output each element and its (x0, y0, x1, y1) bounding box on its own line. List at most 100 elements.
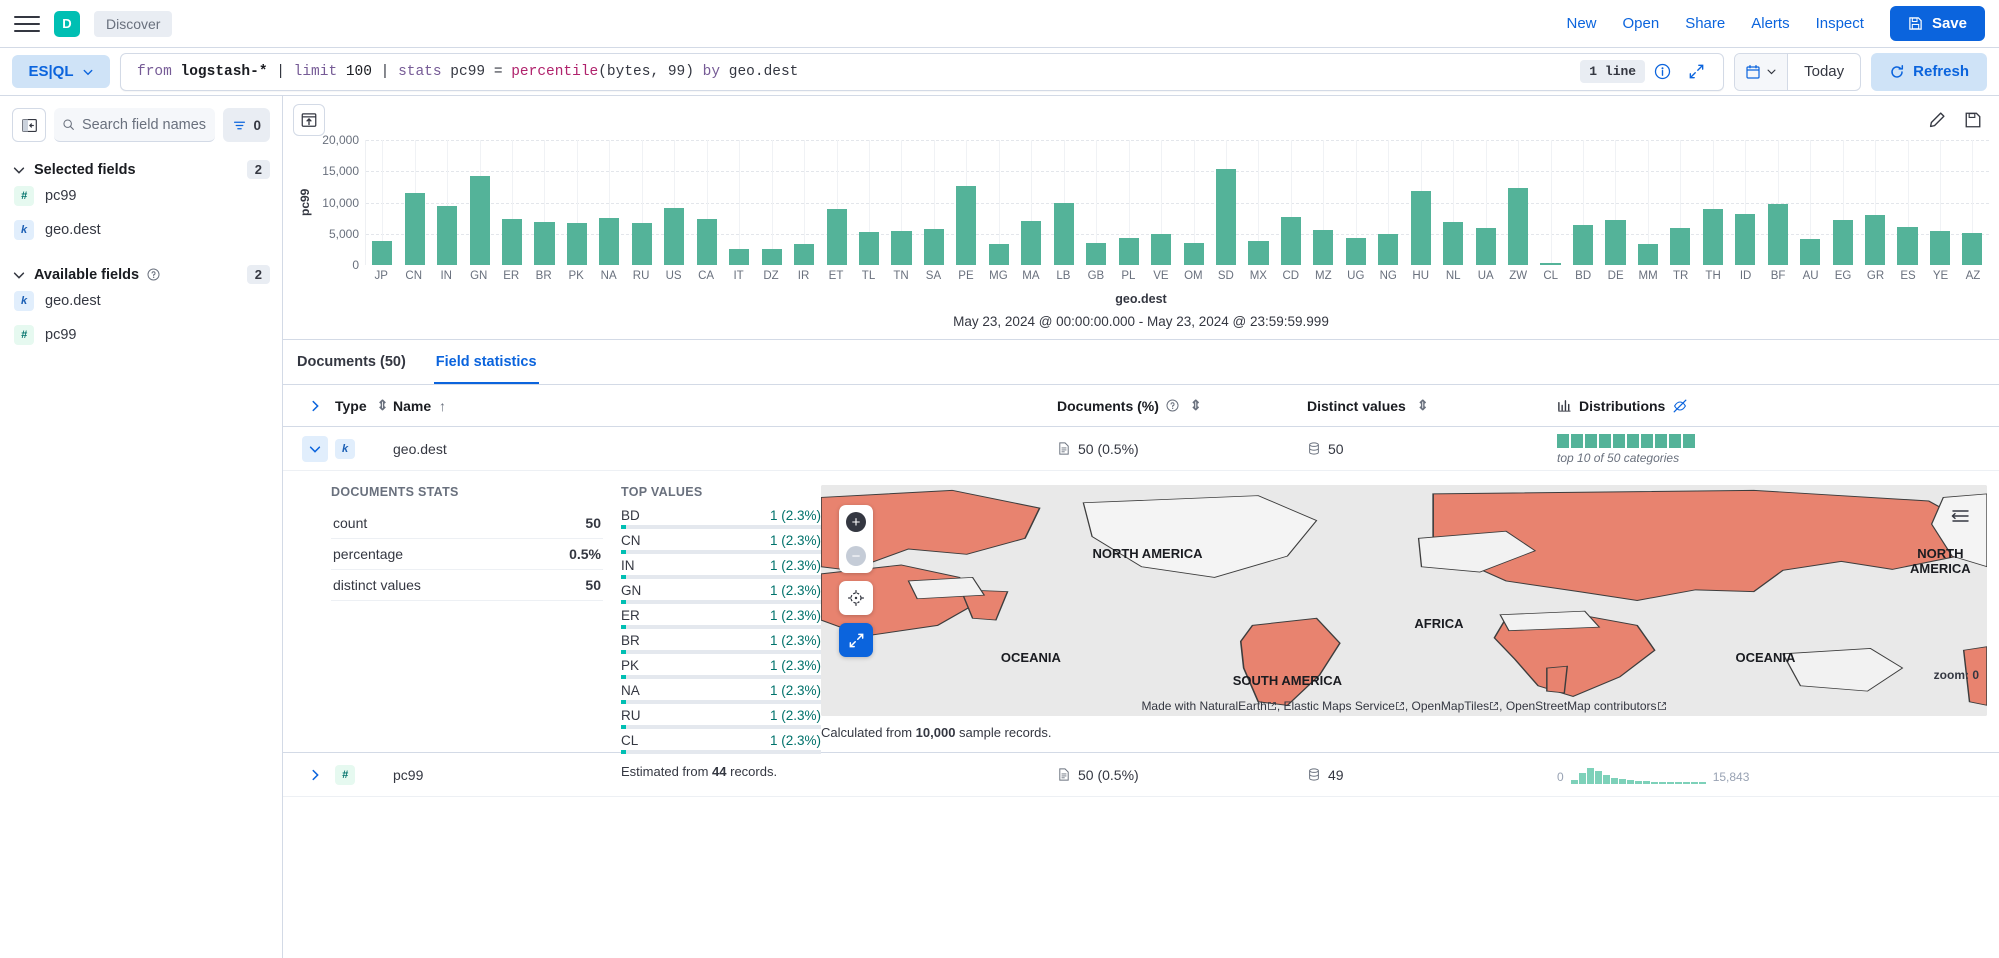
expand-all-button[interactable] (295, 399, 335, 413)
bar-slot[interactable] (918, 140, 950, 265)
bar[interactable] (1021, 221, 1041, 265)
top-value-row[interactable]: IN1 (2.3%) (621, 558, 821, 579)
table-row[interactable]: k geo.dest 50 (0.5%) (283, 427, 1999, 471)
top-value-row[interactable]: CL1 (2.3%) (621, 733, 821, 754)
expand-query-icon[interactable] (1679, 55, 1713, 89)
row-expand-toggle[interactable] (295, 762, 335, 788)
map-legend-toggle[interactable] (1949, 507, 1971, 530)
bar-slot[interactable] (950, 140, 982, 265)
bar[interactable] (599, 218, 619, 265)
bar-slot[interactable] (431, 140, 463, 265)
top-value-row[interactable]: BR1 (2.3%) (621, 633, 821, 654)
bar[interactable] (1443, 222, 1463, 265)
bar-slot[interactable] (1794, 140, 1826, 265)
bar[interactable] (697, 219, 717, 265)
bar[interactable] (891, 231, 911, 265)
bar[interactable] (502, 219, 522, 265)
attr-naturalearth[interactable]: Made with NaturalEarth (1141, 699, 1266, 713)
zoom-out-button[interactable]: − (839, 539, 873, 573)
bar-slot[interactable] (1372, 140, 1404, 265)
chart-plot-area[interactable] (365, 140, 1989, 265)
bar[interactable] (924, 229, 944, 265)
chevron-right-icon[interactable] (302, 762, 328, 788)
bar-slot[interactable] (1534, 140, 1566, 265)
bar-slot[interactable] (1859, 140, 1891, 265)
bar-slot[interactable] (528, 140, 560, 265)
fullscreen-map-button[interactable] (839, 623, 873, 657)
available-fields-header[interactable]: Available fields 2 (12, 265, 270, 284)
bar[interactable] (1930, 231, 1950, 265)
bar[interactable] (1800, 239, 1820, 265)
column-header-type[interactable]: Type ⇕ (335, 397, 393, 414)
table-row[interactable]: # pc99 50 (0.5%) (283, 753, 1999, 797)
bar[interactable] (1573, 225, 1593, 265)
bar[interactable] (729, 249, 749, 265)
bar-slot[interactable] (658, 140, 690, 265)
avatar[interactable]: D (54, 11, 80, 37)
bar[interactable] (1313, 230, 1333, 265)
row-distribution-cell[interactable]: top 10 of 50 categories (1557, 433, 1987, 465)
bar-slot[interactable] (1275, 140, 1307, 265)
top-value-row[interactable]: ER1 (2.3%) (621, 608, 821, 629)
bar-slot[interactable] (463, 140, 495, 265)
attr-osm[interactable]: OpenStreetMap contributors (1506, 699, 1657, 713)
bar-slot[interactable] (1761, 140, 1793, 265)
bar-slot[interactable] (1664, 140, 1696, 265)
menu-icon[interactable] (14, 11, 40, 37)
bar[interactable] (1833, 220, 1853, 265)
bar-slot[interactable] (788, 140, 820, 265)
bar-slot[interactable] (398, 140, 430, 265)
calendar-dropdown[interactable] (1735, 54, 1788, 90)
attr-elastic-maps[interactable]: Elastic Maps Service (1284, 699, 1395, 713)
bar-slot[interactable] (755, 140, 787, 265)
sidebar-available-field-pc99[interactable]: # pc99 (12, 318, 270, 352)
bar[interactable] (827, 209, 847, 265)
bar-slot[interactable] (1340, 140, 1372, 265)
edit-visualization-icon[interactable] (1921, 104, 1953, 136)
bar-slot[interactable] (1924, 140, 1956, 265)
sidebar-field-geo-dest[interactable]: k geo.dest (12, 213, 270, 247)
top-value-row[interactable]: GN1 (2.3%) (621, 583, 821, 604)
breadcrumb[interactable]: Discover (94, 11, 172, 37)
row-expand-toggle[interactable] (295, 436, 335, 462)
help-circle-icon[interactable] (147, 268, 160, 281)
top-value-row[interactable]: RU1 (2.3%) (621, 708, 821, 729)
attr-openmaptiles[interactable]: OpenMapTiles (1412, 699, 1490, 713)
bar-slot[interactable] (885, 140, 917, 265)
bar[interactable] (1378, 234, 1398, 265)
nav-new[interactable]: New (1566, 15, 1596, 32)
bar-slot[interactable] (1210, 140, 1242, 265)
top-value-row[interactable]: BD1 (2.3%) (621, 508, 821, 529)
bar[interactable] (1605, 220, 1625, 265)
bar[interactable] (1865, 215, 1885, 265)
bar[interactable] (1540, 263, 1560, 266)
bar[interactable] (1508, 188, 1528, 265)
bar-slot[interactable] (691, 140, 723, 265)
bar-slot[interactable] (1112, 140, 1144, 265)
save-button[interactable]: Save (1890, 6, 1985, 41)
bar-slot[interactable] (983, 140, 1015, 265)
search-input[interactable] (82, 117, 208, 133)
bar[interactable] (1703, 209, 1723, 265)
hide-distributions-icon[interactable] (1672, 398, 1688, 414)
bar[interactable] (956, 186, 976, 265)
bar-slot[interactable] (1599, 140, 1631, 265)
bar-slot[interactable] (1567, 140, 1599, 265)
bar-slot[interactable] (1437, 140, 1469, 265)
bar[interactable] (1119, 238, 1139, 266)
save-visualization-icon[interactable] (1957, 104, 1989, 136)
bar-slot[interactable] (561, 140, 593, 265)
bar[interactable] (1086, 243, 1106, 266)
bar-slot[interactable] (1048, 140, 1080, 265)
bar[interactable] (372, 241, 392, 265)
bar-slot[interactable] (593, 140, 625, 265)
bar[interactable] (1151, 234, 1171, 265)
bar-slot[interactable] (1891, 140, 1923, 265)
bar[interactable] (1248, 241, 1268, 265)
nav-alerts[interactable]: Alerts (1751, 15, 1789, 32)
bar[interactable] (1411, 191, 1431, 265)
sidebar-available-field-geo-dest[interactable]: k geo.dest (12, 284, 270, 318)
bar[interactable] (1897, 227, 1917, 265)
tab-field-statistics[interactable]: Field statistics (434, 340, 539, 384)
date-picker[interactable]: Today (1734, 53, 1861, 91)
